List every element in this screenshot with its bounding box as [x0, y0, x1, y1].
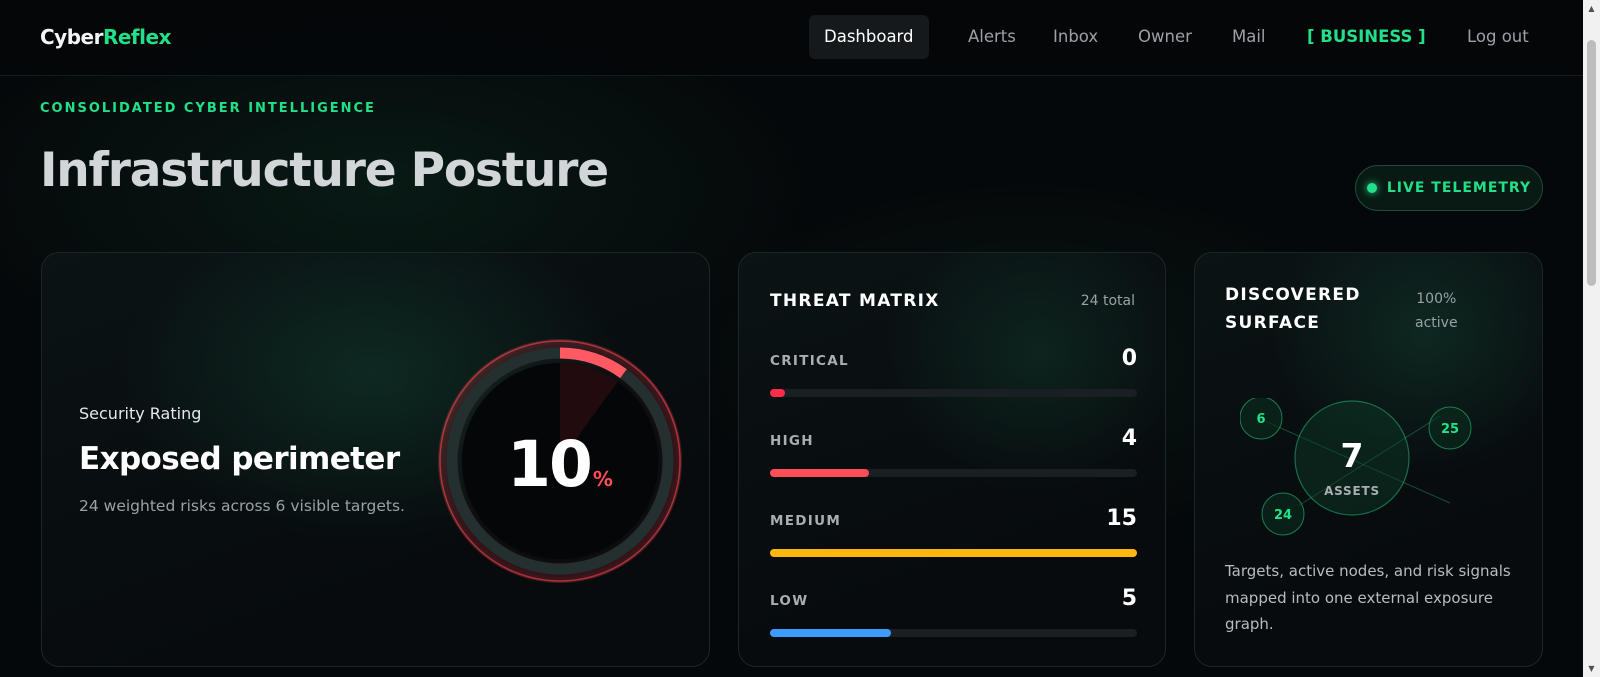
page-title: Infrastructure Posture	[40, 143, 609, 198]
surface-active-label: active	[1415, 315, 1458, 331]
threat-row-critical: CRITICAL 0	[770, 346, 1137, 403]
live-telemetry-badge[interactable]: LIVE TELEMETRY	[1355, 165, 1543, 211]
scroll-down-icon[interactable]: ▼	[1583, 660, 1600, 677]
assets-label: ASSETS	[1324, 484, 1380, 498]
threat-level-track	[770, 549, 1137, 557]
surface-title-line2: SURFACE	[1225, 313, 1321, 333]
gauge-value-unit: %	[592, 467, 613, 491]
threat-level-label: HIGH	[770, 433, 814, 449]
nav-business[interactable]: [ BUSINESS ]	[1307, 15, 1426, 59]
threat-level-fill	[770, 389, 785, 397]
scroll-up-icon[interactable]: ▲	[1583, 0, 1600, 17]
live-telemetry-label: LIVE TELEMETRY	[1386, 180, 1532, 196]
graph-node-value: 24	[1274, 508, 1292, 523]
threat-level-label: LOW	[770, 593, 809, 609]
threat-matrix-title: THREAT MATRIX	[770, 291, 940, 311]
threat-level-label: MEDIUM	[770, 513, 842, 529]
threat-row-medium: MEDIUM 15	[770, 506, 1137, 563]
surface-active-meta: 100% active	[1415, 287, 1458, 335]
graph-node[interactable]: 24	[1261, 492, 1305, 536]
brand-name-part1: Cyber	[40, 25, 103, 49]
brand-name-part2: Reflex	[102, 25, 172, 49]
threat-level-count: 0	[1121, 346, 1137, 371]
threat-level-fill	[770, 629, 892, 637]
logout-link[interactable]: Log out	[1467, 15, 1529, 59]
threat-level-track	[770, 469, 1137, 477]
rating-status: Exposed perimeter	[79, 441, 400, 477]
surface-title-line1: DISCOVERED	[1225, 285, 1361, 305]
page-eyebrow: CONSOLIDATED CYBER INTELLIGENCE	[40, 101, 376, 116]
rating-description: 24 weighted risks across 6 visible targe…	[79, 497, 405, 515]
surface-title: DISCOVERED SURFACE	[1225, 281, 1361, 337]
nav-alerts[interactable]: Alerts	[968, 15, 1016, 59]
nav-dashboard[interactable]: Dashboard	[809, 15, 929, 59]
threat-level-count: 4	[1121, 426, 1137, 451]
security-rating-card: Security Rating Exposed perimeter 24 wei…	[41, 252, 710, 667]
graph-node-value: 25	[1441, 422, 1459, 437]
gauge-value-number: 10	[507, 428, 593, 501]
nav-owner[interactable]: Owner	[1138, 15, 1192, 59]
assets-count: 7	[1341, 436, 1364, 475]
threat-level-track	[770, 629, 1137, 637]
threat-row-high: HIGH 4	[770, 426, 1137, 483]
rating-label: Security Rating	[79, 404, 202, 423]
graph-node[interactable]: 25	[1428, 406, 1472, 450]
graph-node[interactable]: 6	[1240, 398, 1283, 440]
threat-level-fill	[770, 549, 1137, 557]
exposure-graph: 7 ASSETS 6 25 24	[1240, 398, 1472, 536]
top-navbar: CyberReflex Dashboard Alerts Inbox Owner…	[0, 0, 1583, 76]
page-scrollbar[interactable]: ▲ ▼	[1583, 0, 1600, 677]
nav-inbox[interactable]: Inbox	[1053, 15, 1098, 59]
nav-mail[interactable]: Mail	[1232, 15, 1266, 59]
brand-logo[interactable]: CyberReflex	[40, 25, 171, 49]
threat-level-count: 5	[1121, 586, 1137, 611]
threat-total: 24 total	[1080, 293, 1135, 309]
threat-matrix-card: THREAT MATRIX 24 total CRITICAL 0 HIGH 4…	[738, 252, 1166, 667]
threat-level-label: CRITICAL	[770, 353, 849, 369]
scrollbar-thumb[interactable]	[1587, 40, 1596, 286]
threat-level-fill	[770, 469, 870, 477]
threat-row-low: LOW 5	[770, 586, 1137, 643]
gauge-value: 10%	[437, 428, 683, 501]
threat-level-count: 15	[1106, 506, 1137, 531]
surface-description: Targets, active nodes, and risk signals …	[1225, 562, 1511, 633]
surface-active-percent: 100%	[1416, 291, 1457, 307]
discovered-surface-card: DISCOVERED SURFACE 100% active 7 ASSETS …	[1194, 252, 1543, 667]
threat-level-track	[770, 389, 1137, 397]
graph-node-value: 6	[1256, 412, 1265, 427]
live-status-dot-icon	[1366, 183, 1377, 193]
